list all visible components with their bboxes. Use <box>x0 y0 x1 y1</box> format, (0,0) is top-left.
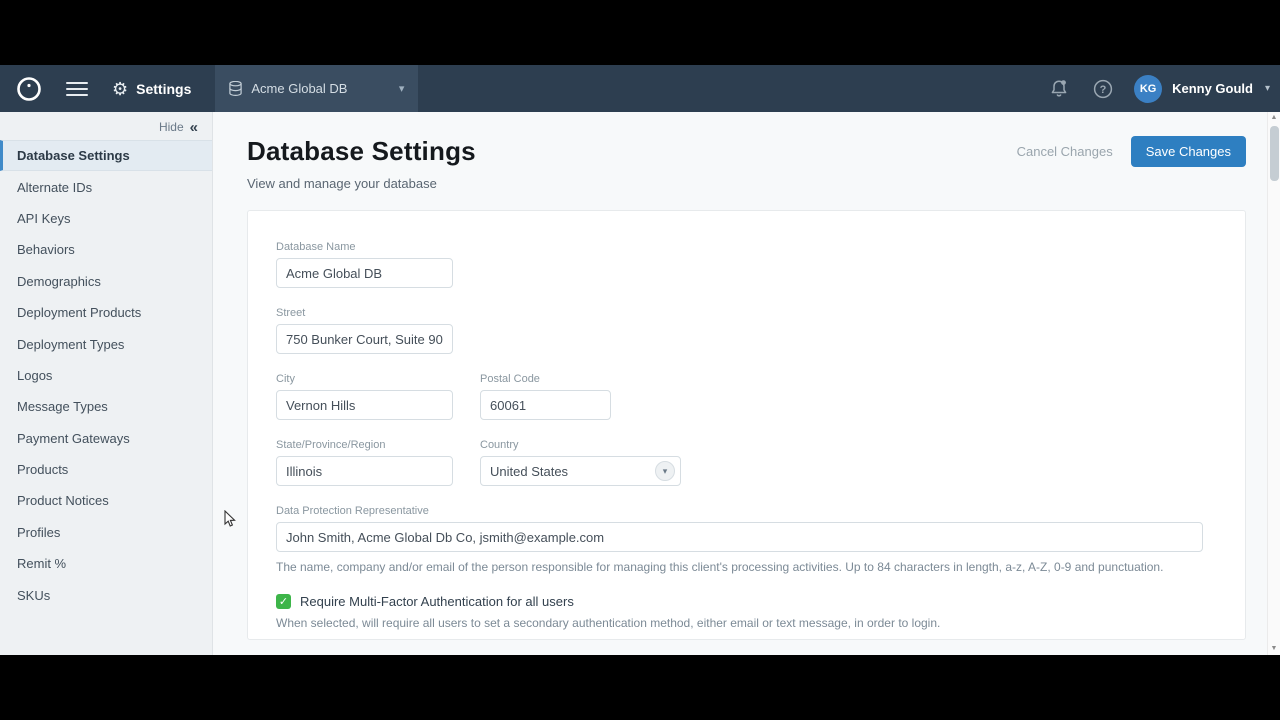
country-select[interactable]: United States ▾ <box>480 456 681 486</box>
main-content: Database Settings Cancel Changes Save Ch… <box>213 112 1280 655</box>
database-name-input[interactable] <box>276 258 453 288</box>
collapse-chevrons-icon: « <box>190 120 198 135</box>
postal-code-label: Postal Code <box>480 373 611 385</box>
user-name[interactable]: Kenny Gould <box>1172 81 1253 96</box>
street-label: Street <box>276 307 1217 319</box>
sidebar-item-label: SKUs <box>17 588 50 603</box>
state-label: State/Province/Region <box>276 439 453 451</box>
select-chevron-icon: ▾ <box>655 461 675 481</box>
app-logo-icon[interactable] <box>14 74 44 104</box>
sidebar-item-payment-gateways[interactable]: Payment Gateways <box>0 423 212 454</box>
street-input[interactable] <box>276 324 453 354</box>
sidebar-item-label: API Keys <box>17 211 70 226</box>
page-subtitle: View and manage your database <box>247 176 1246 191</box>
scroll-up-icon[interactable]: ▲ <box>1271 112 1278 124</box>
database-icon <box>229 81 242 96</box>
page-title: Database Settings <box>247 136 476 167</box>
chevron-down-icon: ▾ <box>399 82 405 95</box>
sidebar-item-deployment-products[interactable]: Deployment Products <box>0 297 212 328</box>
sidebar-item-message-types[interactable]: Message Types <box>0 391 212 422</box>
sidebar-item-label: Message Types <box>17 399 108 414</box>
sidebar-item-api-keys[interactable]: API Keys <box>0 203 212 234</box>
settings-form-card: Database Name Street City Postal Code <box>247 210 1246 640</box>
app-window: ⚙ Settings Acme Global DB ▾ <box>0 65 1280 655</box>
sidebar-item-behaviors[interactable]: Behaviors <box>0 234 212 265</box>
state-input[interactable] <box>276 456 453 486</box>
dpr-help-text: The name, company and/or email of the pe… <box>276 560 1217 574</box>
sidebar-item-profiles[interactable]: Profiles <box>0 517 212 548</box>
database-name-label: Database Name <box>276 241 1217 253</box>
user-menu-chevron-icon[interactable]: ▾ <box>1265 83 1270 94</box>
sidebar-item-remit[interactable]: Remit % <box>0 548 212 579</box>
check-icon: ✓ <box>279 595 288 608</box>
city-label: City <box>276 373 453 385</box>
top-navbar: ⚙ Settings Acme Global DB ▾ <box>0 65 1280 112</box>
sidebar-item-label: Payment Gateways <box>17 431 130 446</box>
sidebar-item-label: Remit % <box>17 556 66 571</box>
country-select-value: United States <box>490 464 655 479</box>
sidebar-item-product-notices[interactable]: Product Notices <box>0 485 212 516</box>
sidebar-item-logos[interactable]: Logos <box>0 360 212 391</box>
mfa-checkbox[interactable]: ✓ <box>276 594 291 609</box>
sidebar-item-label: Profiles <box>17 525 60 540</box>
settings-sidebar: Hide « Database Settings Alternate IDs A… <box>0 112 213 655</box>
mfa-help-text: When selected, will require all users to… <box>276 616 1217 630</box>
sidebar-item-label: Deployment Types <box>17 337 124 352</box>
help-button[interactable]: ? <box>1090 76 1116 102</box>
hide-label: Hide <box>159 120 184 134</box>
sidebar-item-database-settings[interactable]: Database Settings <box>0 140 212 171</box>
sidebar-item-deployment-types[interactable]: Deployment Types <box>0 328 212 359</box>
country-label: Country <box>480 439 681 451</box>
sidebar-item-label: Demographics <box>17 274 101 289</box>
dpr-label: Data Protection Representative <box>276 505 1217 517</box>
menu-hamburger-icon[interactable] <box>66 78 88 100</box>
postal-code-input[interactable] <box>480 390 611 420</box>
nav-settings[interactable]: ⚙ Settings <box>112 80 191 98</box>
user-avatar[interactable]: KG <box>1134 75 1162 103</box>
sidebar-item-demographics[interactable]: Demographics <box>0 266 212 297</box>
sidebar-item-label: Behaviors <box>17 242 75 257</box>
bell-icon <box>1050 79 1068 98</box>
sidebar-item-label: Logos <box>17 368 52 383</box>
sidebar-item-label: Deployment Products <box>17 305 141 320</box>
data-protection-representative-input[interactable] <box>276 522 1203 552</box>
sidebar-item-label: Database Settings <box>17 148 130 163</box>
logo-circle-icon <box>15 75 43 103</box>
sidebar-item-label: Alternate IDs <box>17 180 92 195</box>
save-changes-button[interactable]: Save Changes <box>1131 136 1246 167</box>
mfa-label: Require Multi-Factor Authentication for … <box>300 594 574 609</box>
sidebar-item-alternate-ids[interactable]: Alternate IDs <box>0 171 212 202</box>
question-mark-icon: ? <box>1093 79 1113 99</box>
sidebar-hide-toggle[interactable]: Hide « <box>0 114 212 140</box>
svg-text:?: ? <box>1100 84 1107 96</box>
vertical-scrollbar[interactable]: ▲ ▼ <box>1267 112 1280 655</box>
notifications-button[interactable] <box>1046 76 1072 102</box>
user-initials: KG <box>1140 83 1157 95</box>
scrollbar-thumb[interactable] <box>1270 126 1279 181</box>
sidebar-item-skus[interactable]: SKUs <box>0 579 212 610</box>
cancel-changes-button[interactable]: Cancel Changes <box>1017 144 1113 159</box>
scroll-down-icon[interactable]: ▼ <box>1271 643 1278 655</box>
gear-icon: ⚙ <box>112 80 128 98</box>
sidebar-item-label: Product Notices <box>17 493 109 508</box>
database-selector-value: Acme Global DB <box>251 81 384 96</box>
sidebar-item-label: Products <box>17 462 68 477</box>
database-selector-dropdown[interactable]: Acme Global DB ▾ <box>215 65 418 112</box>
city-input[interactable] <box>276 390 453 420</box>
scrollbar-track[interactable] <box>1268 124 1280 643</box>
nav-settings-label: Settings <box>136 81 191 97</box>
sidebar-item-products[interactable]: Products <box>0 454 212 485</box>
